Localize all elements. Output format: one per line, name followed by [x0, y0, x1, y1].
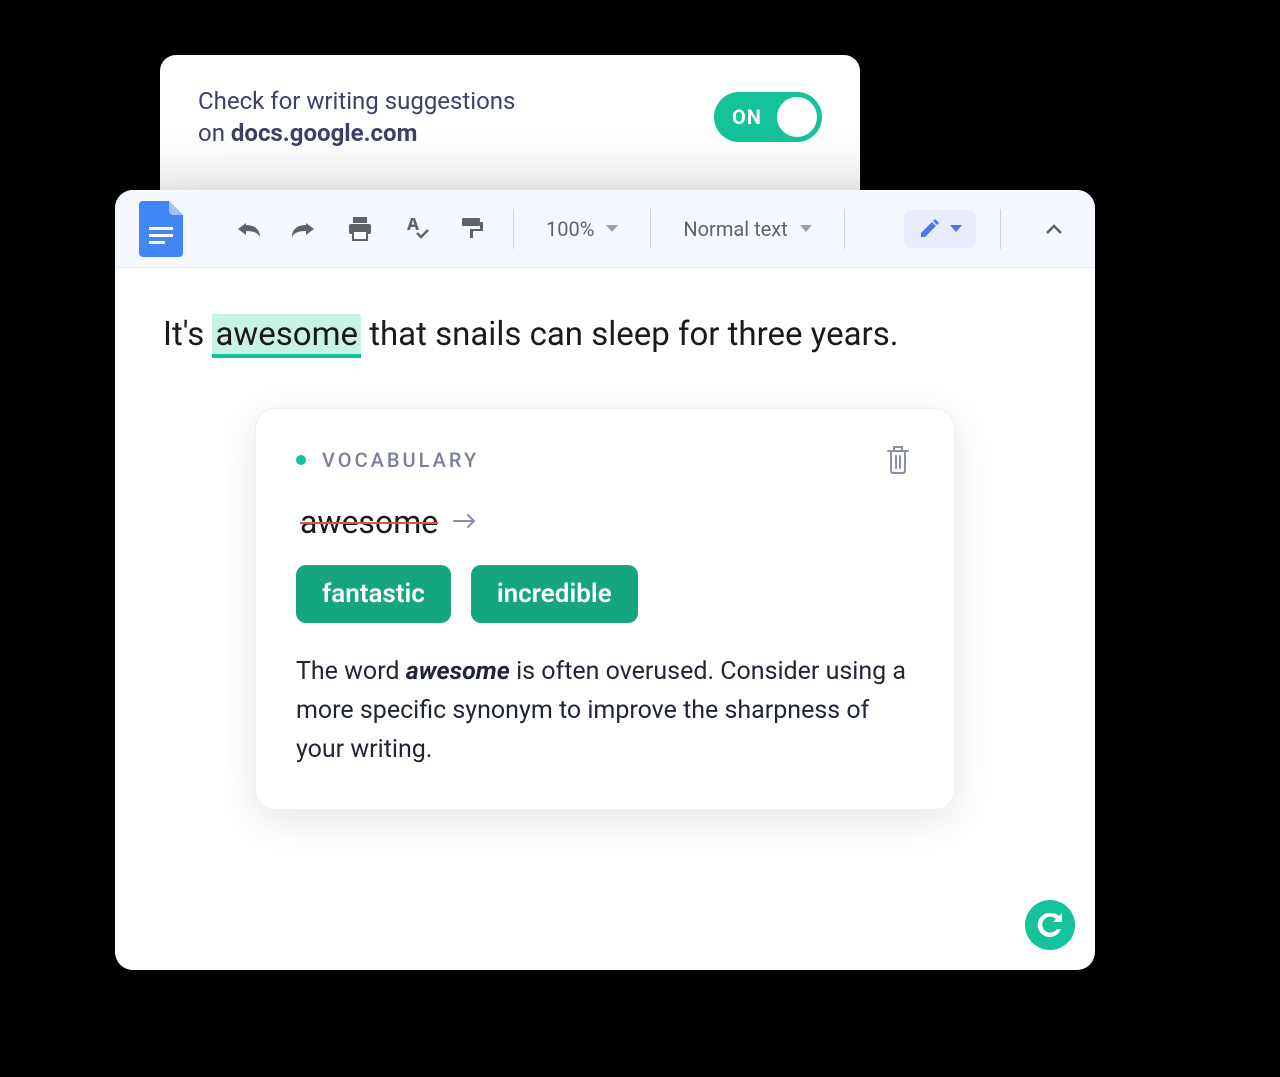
replacement-row: awesome: [300, 503, 914, 541]
suggestion-chips: fantastic incredible: [296, 565, 914, 623]
document-text: It's awesome that snails can sleep for t…: [163, 312, 1047, 358]
google-docs-logo-icon[interactable]: [139, 201, 183, 257]
suggestions-toggle[interactable]: ON: [714, 92, 822, 142]
toolbar-divider: [1000, 209, 1001, 249]
suggestion-header: VOCABULARY: [296, 443, 914, 477]
style-value: Normal text: [683, 217, 787, 241]
toggle-state-label: ON: [732, 105, 762, 129]
paint-format-icon[interactable]: [455, 212, 489, 246]
toolbar-divider: [650, 209, 651, 249]
grammarly-badge[interactable]: [1025, 900, 1075, 950]
style-dropdown[interactable]: Normal text: [675, 217, 819, 241]
suggestion-category: VOCABULARY: [296, 448, 479, 472]
editing-mode-button[interactable]: [904, 210, 976, 248]
suggestion-chip-incredible[interactable]: incredible: [471, 565, 638, 623]
highlighted-word[interactable]: awesome: [212, 314, 361, 358]
extension-toggle-panel: Check for writing suggestions on docs.go…: [160, 55, 860, 205]
suggestion-explanation: The word awesome is often overused. Cons…: [296, 653, 914, 769]
print-icon[interactable]: [343, 212, 377, 246]
toggle-text-line2-prefix: on: [198, 119, 231, 147]
toggle-knob: [777, 97, 817, 137]
grammarly-icon: [1034, 909, 1066, 941]
caret-down-icon: [800, 225, 812, 232]
category-dot-icon: [296, 455, 306, 465]
suggestion-chip-fantastic[interactable]: fantastic: [296, 565, 451, 623]
undo-icon[interactable]: [231, 212, 265, 246]
toggle-text-line1: Check for writing suggestions: [198, 87, 515, 115]
toggle-description: Check for writing suggestions on docs.go…: [198, 85, 515, 150]
docs-toolbar: 100% Normal text: [115, 190, 1095, 268]
redo-icon[interactable]: [287, 212, 321, 246]
pencil-icon: [918, 218, 940, 240]
toolbar-divider: [844, 209, 845, 249]
dismiss-suggestion-button[interactable]: [884, 443, 914, 477]
caret-down-icon: [606, 225, 618, 232]
category-label: VOCABULARY: [322, 448, 479, 472]
explanation-prefix: The word: [296, 657, 406, 686]
toggle-domain: docs.google.com: [231, 119, 417, 147]
collapse-toolbar-button[interactable]: [1037, 212, 1071, 246]
editor-window: 100% Normal text It's awesome that snail…: [115, 190, 1095, 970]
explanation-emphasized-word: awesome: [406, 657, 510, 686]
spellcheck-icon[interactable]: [399, 212, 433, 246]
arrow-right-icon: [452, 507, 478, 537]
toolbar-divider: [513, 209, 514, 249]
caret-down-icon: [950, 225, 962, 232]
document-body[interactable]: It's awesome that snails can sleep for t…: [115, 268, 1095, 854]
text-suffix: that snails can sleep for three years.: [361, 315, 898, 354]
text-prefix: It's: [163, 315, 212, 354]
zoom-dropdown[interactable]: 100%: [538, 217, 626, 241]
suggestion-card: VOCABULARY awesome fantastic incredible: [255, 408, 955, 810]
zoom-value: 100%: [546, 217, 594, 241]
original-word: awesome: [300, 503, 438, 541]
